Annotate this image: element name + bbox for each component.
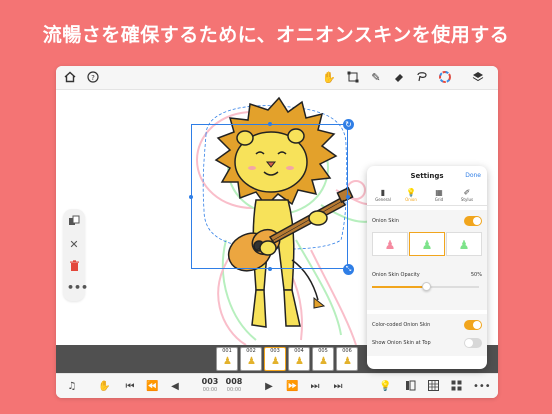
prev-keyframe-icon[interactable]: ⏪: [146, 380, 158, 393]
frame-thumbnail[interactable]: 006 ♟: [336, 347, 358, 371]
lion-thumb-icon: ♟: [343, 356, 352, 367]
next-frame-icon[interactable]: ⏩: [286, 380, 298, 393]
tab-grid[interactable]: ▦ Grid: [427, 188, 451, 203]
top-toolbar: ? ✋ ✎: [56, 66, 498, 90]
selection-handle-left[interactable]: [189, 195, 193, 199]
color-wheel-icon[interactable]: [438, 71, 452, 85]
selection-box[interactable]: [191, 124, 348, 269]
onion-skin-toggle[interactable]: [464, 216, 482, 226]
color-coded-toggle[interactable]: [464, 320, 482, 330]
total-frame-counter: 008 00:00: [225, 377, 243, 393]
grid-icon[interactable]: [427, 380, 439, 393]
frame-thumbnail[interactable]: 002 ♟: [240, 347, 262, 371]
hand-icon[interactable]: ✋: [98, 380, 110, 393]
first-frame-icon[interactable]: ⏮: [124, 380, 136, 393]
scale-handle-icon[interactable]: ⤡: [343, 264, 354, 275]
frame-thumbnail[interactable]: 004 ♟: [288, 347, 310, 371]
rotate-handle-icon[interactable]: ↻: [343, 119, 354, 130]
prev-frame-icon[interactable]: ◀: [169, 380, 181, 393]
app-window: ? ✋ ✎ ↻ ⤡ ✕ ••• 001 ♟ 002 ♟ 003 ♟ 004 ♟ …: [56, 66, 498, 398]
color-coded-row: Color-coded Onion Skin: [372, 318, 482, 332]
phone-icon: ▮: [380, 188, 386, 197]
onion-mode-both[interactable]: ♟: [409, 232, 445, 256]
help-icon[interactable]: ?: [86, 71, 100, 85]
more-icon[interactable]: •••: [67, 281, 88, 295]
svg-text:?: ?: [91, 74, 95, 82]
selection-actions-panel: ✕ •••: [63, 209, 88, 301]
next-keyframe-icon[interactable]: ⏭: [309, 380, 321, 393]
opacity-slider-thumb[interactable]: [421, 282, 431, 291]
show-top-toggle[interactable]: [464, 338, 482, 348]
eraser-icon[interactable]: [392, 71, 406, 85]
grid-icon: ▦: [435, 188, 443, 197]
bottom-toolbar: ♫ ✋ ⏮ ⏪ ◀ 003 00:00 008 00:00 ▶ ⏩ ⏭ ⏭ 💡 …: [56, 373, 498, 398]
frames-icon[interactable]: [404, 380, 416, 393]
opacity-value: 50%: [470, 272, 482, 278]
opacity-slider-fill: [372, 286, 426, 288]
selection-handle-right[interactable]: [346, 195, 350, 199]
opacity-slider[interactable]: [372, 282, 479, 291]
home-icon[interactable]: [63, 71, 77, 85]
lion-thumb-icon: ♟: [271, 356, 280, 367]
tab-general[interactable]: ▮ General: [371, 188, 395, 203]
copy-icon[interactable]: [67, 215, 81, 229]
frame-thumbnail-active[interactable]: 003 ♟: [264, 347, 286, 371]
lion-thumb-icon: ♟: [295, 356, 304, 367]
frame-thumbnail[interactable]: 005 ♟: [312, 347, 334, 371]
stylus-icon: ✐: [463, 188, 471, 197]
play-icon[interactable]: ▶: [263, 380, 275, 393]
tab-onion[interactable]: 💡 Onion: [399, 188, 423, 203]
lion-ghost-icon: ♟: [458, 238, 470, 252]
transform-icon[interactable]: [346, 71, 360, 85]
display-options-group: Color-coded Onion Skin Show Onion Skin a…: [367, 314, 487, 356]
more-icon[interactable]: •••: [473, 380, 491, 393]
lion-ghost-icon: ♟: [421, 238, 433, 252]
lion-thumb-icon: ♟: [247, 356, 256, 367]
thumbnails-icon[interactable]: [450, 380, 462, 393]
show-top-row: Show Onion Skin at Top: [372, 336, 482, 350]
done-button[interactable]: Done: [465, 172, 481, 179]
frame-thumbnail[interactable]: 001 ♟: [216, 347, 238, 371]
music-icon[interactable]: ♫: [66, 380, 78, 393]
close-icon[interactable]: ✕: [67, 238, 81, 252]
settings-tabs: ▮ General 💡 Onion ▦ Grid ✐ Stylus: [367, 186, 487, 206]
lion-thumb-icon: ♟: [223, 356, 232, 367]
selection-handle-bottom[interactable]: [268, 267, 272, 271]
layers-icon[interactable]: [471, 71, 485, 85]
trash-icon[interactable]: [67, 260, 81, 274]
pen-icon[interactable]: ✎: [369, 71, 383, 85]
onion-skin-group: Onion Skin ♟ ♟ ♟ Onion Skin Opacity 50%: [367, 210, 487, 310]
lion-thumb-icon: ♟: [319, 356, 328, 367]
tab-stylus[interactable]: ✐ Stylus: [455, 188, 479, 203]
bulb-icon: 💡: [406, 188, 416, 197]
onion-skin-bulb-icon[interactable]: 💡: [379, 380, 391, 393]
hand-tool-icon[interactable]: ✋: [322, 71, 336, 85]
onion-mode-options: ♟ ♟ ♟: [372, 232, 482, 258]
headline: 流暢さを確保するために、オニオンスキンを使用する: [42, 24, 510, 46]
lion-ghost-icon: ♟: [384, 238, 396, 252]
settings-panel: Settings Done ▮ General 💡 Onion ▦ Grid ✐…: [367, 166, 487, 369]
last-frame-icon[interactable]: ⏭: [332, 380, 344, 393]
onion-mode-after[interactable]: ♟: [446, 232, 482, 256]
current-frame-counter[interactable]: 003 00:00: [199, 376, 221, 394]
onion-skin-row: Onion Skin: [372, 214, 482, 228]
selection-handle-top[interactable]: [268, 122, 272, 126]
onion-mode-before[interactable]: ♟: [372, 232, 408, 256]
lasso-icon[interactable]: [415, 71, 429, 85]
opacity-row: Onion Skin Opacity 50%: [372, 272, 482, 278]
